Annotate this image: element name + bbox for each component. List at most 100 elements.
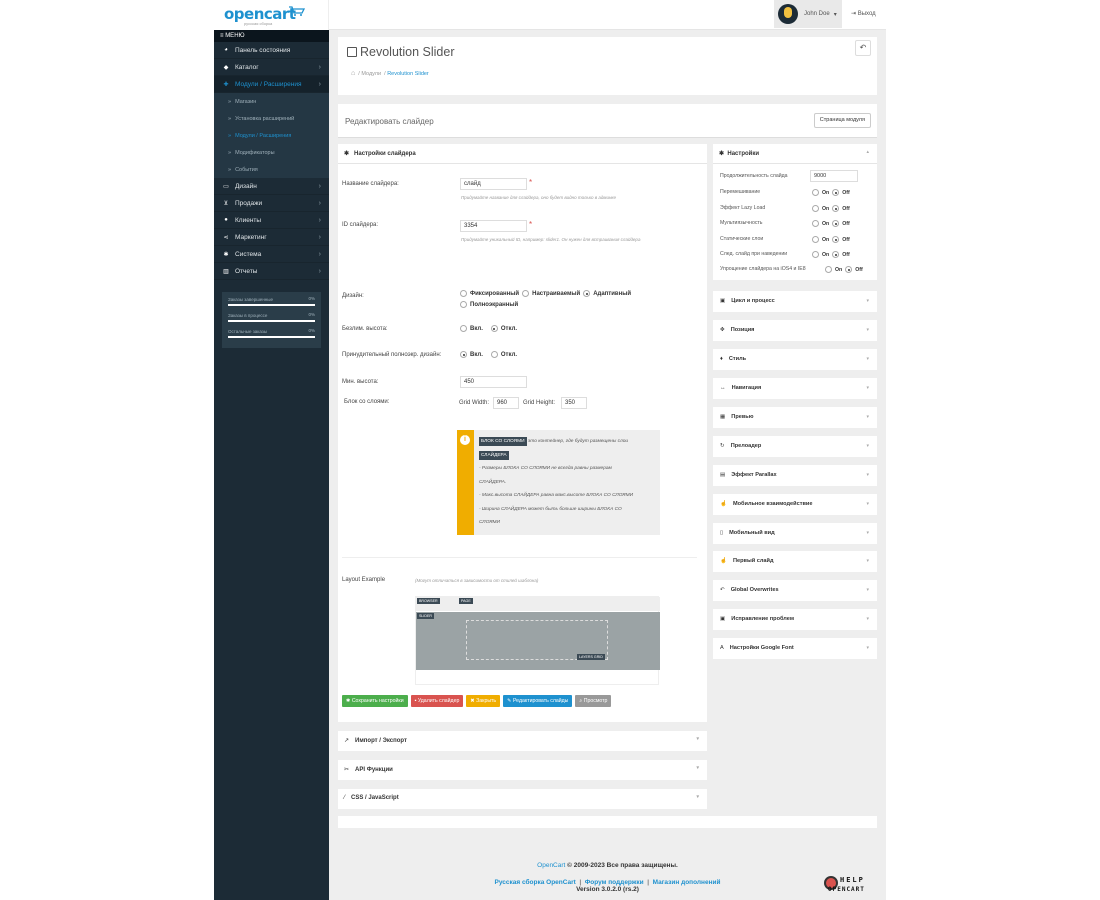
- section-global-overwrites[interactable]: ↶ Global Overwrites ▾: [713, 580, 877, 601]
- section-preview[interactable]: ▦ Превью ▾: [713, 407, 877, 428]
- force-fullwidth-label: Принудительный полноэкр. дизайн:: [342, 352, 442, 358]
- section-api[interactable]: ✂ API Функции ▾: [338, 760, 707, 780]
- design-fullscreen-radio[interactable]: [460, 301, 467, 308]
- on-radio[interactable]: [812, 220, 819, 227]
- sidebar-subitem-store[interactable]: » Магазин: [214, 93, 329, 110]
- section-preloader[interactable]: ↻ Прелоадер ▾: [713, 436, 877, 457]
- section-position[interactable]: ✥ Позиция ▾: [713, 320, 877, 341]
- section-parallax[interactable]: ▤ Эффект Parallax ▾: [713, 465, 877, 486]
- section-style[interactable]: ♦ Стиль ▾: [713, 349, 877, 370]
- sidebar-item-sales[interactable]: ⊻ Продажи ›: [214, 195, 329, 212]
- footer-link-rus-build[interactable]: Русская сборка OpenCart: [495, 879, 576, 886]
- off-radio[interactable]: [832, 205, 840, 212]
- edit-slides-button[interactable]: ✎ Редактировать слайды: [503, 695, 573, 707]
- on-radio[interactable]: [825, 266, 832, 273]
- sidebar-item-design[interactable]: ▭ Дизайн ›: [214, 178, 329, 195]
- settings-heading-label: Настройки: [727, 151, 760, 157]
- home-icon[interactable]: ⌂: [351, 70, 355, 77]
- sidebar-item-reports[interactable]: ▥ Отчеты ›: [214, 263, 329, 280]
- section-loop-progress[interactable]: ▣ Цикл и процесс ▾: [713, 291, 877, 312]
- sidebar-subitem-installer[interactable]: » Установка расширений: [214, 110, 329, 127]
- logout-link[interactable]: ⇥ Выход: [851, 10, 876, 17]
- stat-progress-bar: [228, 320, 315, 322]
- back-button[interactable]: ↶: [855, 40, 871, 56]
- sidebar-subitem-modifications[interactable]: » Модификаторы: [214, 144, 329, 161]
- force-fullwidth-off-radio[interactable]: [490, 351, 498, 358]
- footer-brand-link[interactable]: OpenCart: [537, 862, 565, 869]
- off-radio[interactable]: [832, 220, 840, 227]
- sidebar-item-system[interactable]: ✱ Система ›: [214, 246, 329, 263]
- info-line: - Макс.высота СЛАЙДЕРА равна макс.высоте…: [479, 493, 633, 498]
- on-radio[interactable]: [812, 189, 819, 196]
- breadcrumb-modules[interactable]: Модули: [361, 71, 381, 77]
- force-fullwidth-on-radio[interactable]: [460, 351, 467, 358]
- preview-button[interactable]: ⌕ Просмотр: [575, 695, 612, 707]
- off-radio[interactable]: [832, 189, 840, 196]
- module-page-button[interactable]: Страница модуля: [813, 113, 871, 128]
- design-custom-radio[interactable]: [522, 290, 530, 297]
- footer-link-forum[interactable]: Форум поддержки: [585, 879, 644, 886]
- breadcrumb-current[interactable]: Revolution Slider: [387, 71, 429, 77]
- off-radio[interactable]: [832, 251, 840, 258]
- off-radio[interactable]: [845, 266, 853, 273]
- user-menu[interactable]: John Doe ▾: [774, 0, 842, 28]
- menu-header[interactable]: ≡ МЕНЮ: [214, 30, 329, 42]
- save-settings-button[interactable]: ✱ Сохранить настройки: [342, 695, 408, 707]
- section-css-js[interactable]: ⁄ CSS / JavaScript ▾: [338, 789, 707, 809]
- sidebar-item-customers[interactable]: ● Клиенты ›: [214, 212, 329, 229]
- sidebar-subitem-modules[interactable]: » Модули / Расширения: [214, 127, 329, 144]
- section-first-slide[interactable]: ☝ Первый слайд ▾: [713, 551, 877, 572]
- slider-id-help: Придумайте уникальный ID, например: slid…: [461, 237, 641, 242]
- unlimited-height-on-radio[interactable]: [460, 325, 467, 332]
- sidebar-subitem-events[interactable]: » События: [214, 161, 329, 178]
- close-button[interactable]: ✖ Закрыть: [466, 695, 501, 707]
- section-navigation[interactable]: ↔ Навигация ▾: [713, 378, 877, 399]
- sidebar-item-catalog[interactable]: ◆ Каталог ›: [214, 59, 329, 76]
- radio-label: Вкл.: [470, 351, 483, 358]
- off-radio[interactable]: [832, 236, 840, 243]
- design-fixed-radio[interactable]: [460, 290, 467, 297]
- settings-heading[interactable]: ✱ Настройки ▴: [713, 144, 877, 164]
- slider-tag: SLIDER: [417, 613, 434, 619]
- slide-duration-row: Продолжительность слайда 9000: [720, 170, 873, 185]
- chevron-down-icon: ▾: [866, 645, 869, 651]
- design-responsive-radio[interactable]: [583, 290, 591, 297]
- section-label: Навигация: [731, 385, 762, 391]
- grid-height-input[interactable]: 350: [561, 397, 587, 409]
- on-off-group: On Off: [809, 236, 850, 243]
- setting-label: Продолжительность слайда: [720, 173, 788, 179]
- min-height-input[interactable]: 450: [460, 376, 527, 388]
- on-radio[interactable]: [812, 251, 819, 258]
- sidebar-item-dashboard[interactable]: ◕ Панель состояния: [214, 42, 329, 59]
- slider-id-input[interactable]: 3354: [460, 220, 527, 232]
- slide-duration-input[interactable]: 9000: [810, 170, 858, 182]
- sidebar-item-label: Модули / Расширения: [235, 80, 302, 88]
- chevron-down-icon: ▾: [866, 327, 869, 333]
- slider-name-input[interactable]: слайд: [460, 178, 527, 190]
- on-radio[interactable]: [812, 236, 819, 243]
- section-troubleshooting[interactable]: ▣ Исправление проблем ▾: [713, 609, 877, 630]
- logo-area[interactable]: opencart русская сборка: [214, 0, 329, 30]
- sidebar-item-extensions[interactable]: ✚ Модули / Расширения ›: [214, 76, 329, 93]
- delete-slider-button[interactable]: ▪ Удалить слайдер: [410, 695, 464, 707]
- section-mobile-view[interactable]: ▯ Мобильный вид ▾: [713, 523, 877, 544]
- section-import-export[interactable]: ↗ Импорт / Экспорт ▾: [338, 731, 707, 751]
- section-mobile-interaction[interactable]: ☝ Мобильное взаимодействие ▾: [713, 494, 877, 515]
- grid-width-input[interactable]: 960: [493, 397, 519, 409]
- double-chevron-icon: »: [228, 149, 232, 156]
- help-opencart-logo[interactable]: HELP OPENCART: [824, 874, 880, 898]
- section-google-font[interactable]: A Настройки Google Font ▾: [713, 638, 877, 659]
- unlimited-height-off-radio[interactable]: [490, 325, 498, 332]
- medkit-icon: ▣: [720, 616, 726, 622]
- on-radio[interactable]: [812, 205, 819, 212]
- footer-link-store[interactable]: Магазин дополнений: [653, 879, 721, 886]
- footer-copyright: OpenCart © 2009-2023 Все права защищены.: [338, 862, 877, 869]
- chevron-down-icon: ▾: [866, 298, 869, 304]
- edit-header: Редактировать слайдер Страница модуля: [338, 104, 877, 138]
- save-icon: ✱: [346, 698, 351, 704]
- cog-icon: ✱: [223, 251, 229, 258]
- reply-icon: ↶: [720, 587, 725, 593]
- cart-icon: ⊻: [223, 200, 229, 207]
- sidebar-item-marketing[interactable]: ⋖ Маркетинг ›: [214, 229, 329, 246]
- layers-info-box: i БЛОК СО СЛОЯМИ это контейнер, где буду…: [457, 430, 660, 535]
